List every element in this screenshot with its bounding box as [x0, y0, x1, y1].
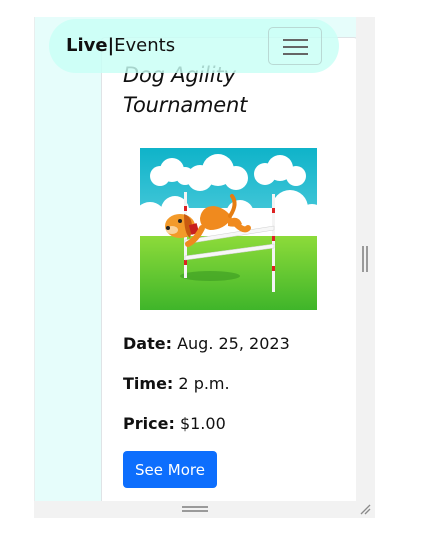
menu-toggle-button[interactable] [268, 27, 322, 65]
brand-bold: Live| [66, 35, 115, 56]
time-value: 2 p.m. [178, 374, 230, 393]
viewport-frame: Dog Agility Tournament Date: Aug. 25, 20… [34, 17, 357, 501]
hamburger-icon [283, 39, 308, 41]
navbar: Live|Events [49, 19, 339, 73]
event-date: Date: Aug. 25, 2023 [123, 334, 290, 353]
time-label: Time: [123, 374, 174, 393]
event-time: Time: 2 p.m. [123, 374, 230, 393]
event-image [140, 148, 317, 310]
see-more-button[interactable]: See More [123, 451, 217, 488]
date-label: Date: [123, 334, 172, 353]
hamburger-icon-line [283, 53, 308, 55]
price-value: $1.00 [179, 414, 226, 433]
horizontal-resize-handle[interactable] [182, 506, 208, 512]
vertical-resize-handle[interactable] [362, 246, 368, 272]
brand-logo[interactable]: Live|Events [66, 36, 175, 56]
event-card: Dog Agility Tournament Date: Aug. 25, 20… [101, 37, 357, 501]
corner-resize-icon[interactable] [358, 502, 372, 516]
price-label: Price: [123, 414, 175, 433]
hamburger-icon-line [283, 46, 308, 48]
brand-rest: Events [114, 35, 176, 56]
date-value: Aug. 25, 2023 [177, 334, 290, 353]
event-price: Price: $1.00 [123, 414, 226, 433]
